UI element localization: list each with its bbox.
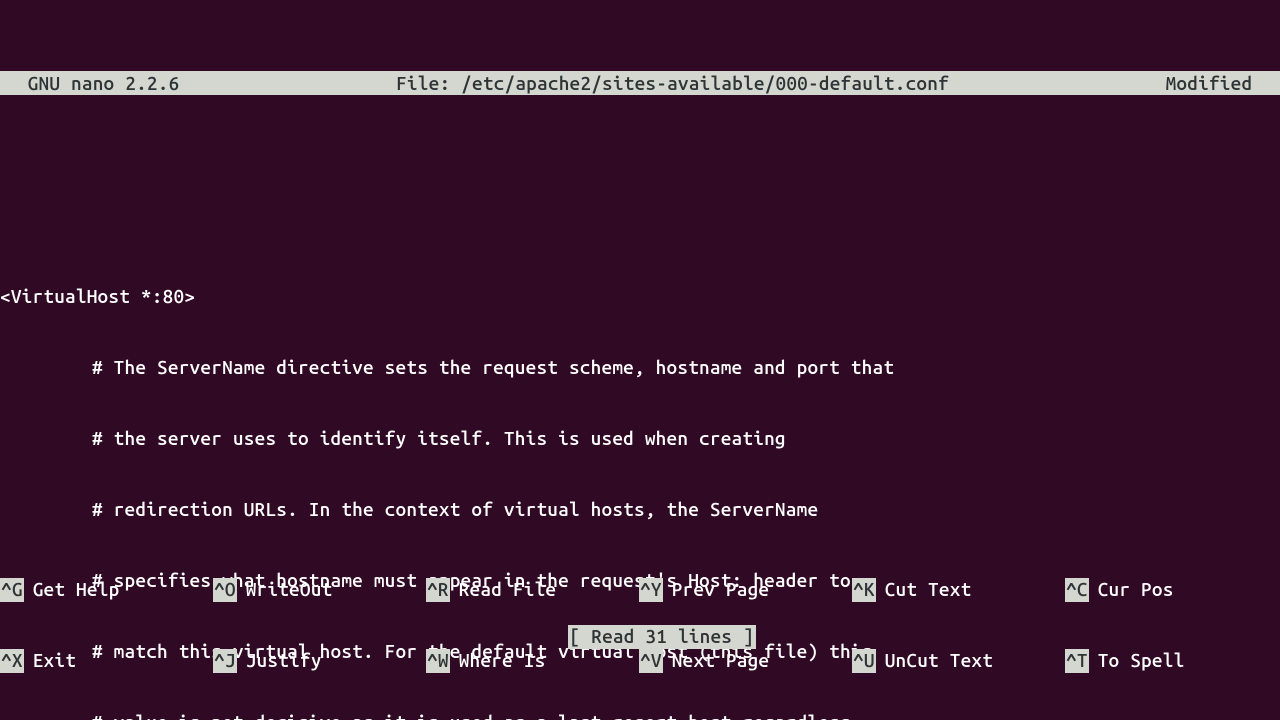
keycap-icon: ^V [639,649,663,673]
shortcut-next-page[interactable]: ^V Next Page [639,649,852,673]
shortcut-uncut-text[interactable]: ^U UnCut Text [852,649,1065,673]
shortcut-label: Prev Page [672,578,770,602]
shortcut-row: ^XExit ^JJustify ^WWhere Is ^VNext Page … [0,649,1280,673]
shortcut-to-spell[interactable]: ^T To Spell [1065,649,1278,673]
shortcut-label: WriteOut [246,578,333,602]
keycap-icon: ^T [1065,649,1089,673]
shortcut-writeout[interactable]: ^O WriteOut [213,578,426,602]
shortcut-label: Where Is [459,649,546,673]
keycap-icon: ^G [0,578,24,602]
nano-file-path: File: /etc/apache2/sites-available/000-d… [179,71,1165,95]
keycap-icon: ^U [852,649,876,673]
shortcut-label: Cut Text [885,578,972,602]
editor-line: # The ServerName directive sets the requ… [0,356,1280,380]
keycap-icon: ^O [213,578,237,602]
keycap-icon: ^Y [639,578,663,602]
keycap-icon: ^W [426,649,450,673]
editor-line: # redirection URLs. In the context of vi… [0,498,1280,522]
shortcut-label: Justify [246,649,322,673]
shortcut-cur-pos[interactable]: ^C Cur Pos [1065,578,1278,602]
keycap-icon: ^R [426,578,450,602]
shortcut-read-file[interactable]: ^R Read File [426,578,639,602]
shortcut-prev-page[interactable]: ^Y Prev Page [639,578,852,602]
nano-modified-flag: Modified [1166,71,1280,95]
shortcut-label: Get Help [33,578,120,602]
editor-line [0,214,1280,238]
nano-version: GNU nano 2.2.6 [0,71,179,95]
shortcut-get-help[interactable]: ^G Get Help [0,578,213,602]
shortcut-row: ^G Get Help ^O WriteOut ^R Read File ^Y Prev… [0,578,1280,602]
shortcut-label: Read File [459,578,557,602]
shortcut-exit[interactable]: ^X Exit [0,649,213,673]
shortcut-label: To Spell [1098,649,1185,673]
shortcut-label: UnCut Text [885,649,993,673]
keycap-icon: ^K [852,578,876,602]
shortcut-justify[interactable]: ^J Justify [213,649,426,673]
shortcut-cut-text[interactable]: ^K Cut Text [852,578,1065,602]
nano-terminal[interactable]: GNU nano 2.2.6 File: /etc/apache2/sites-… [0,0,1280,720]
nano-shortcut-bar: ^G Get Help ^O WriteOut ^R Read File ^Y Prev… [0,530,1280,720]
shortcut-label: Cur Pos [1098,578,1174,602]
shortcut-where-is[interactable]: ^W Where Is [426,649,639,673]
shortcut-label: Next Page [672,649,770,673]
keycap-icon: ^J [213,649,237,673]
keycap-icon: ^C [1065,578,1089,602]
editor-line: # the server uses to identify itself. Th… [0,427,1280,451]
shortcut-label: Exit [33,649,76,673]
editor-line: <VirtualHost *:80> [0,285,1280,309]
keycap-icon: ^X [0,649,24,673]
nano-titlebar: GNU nano 2.2.6 File: /etc/apache2/sites-… [0,71,1280,95]
